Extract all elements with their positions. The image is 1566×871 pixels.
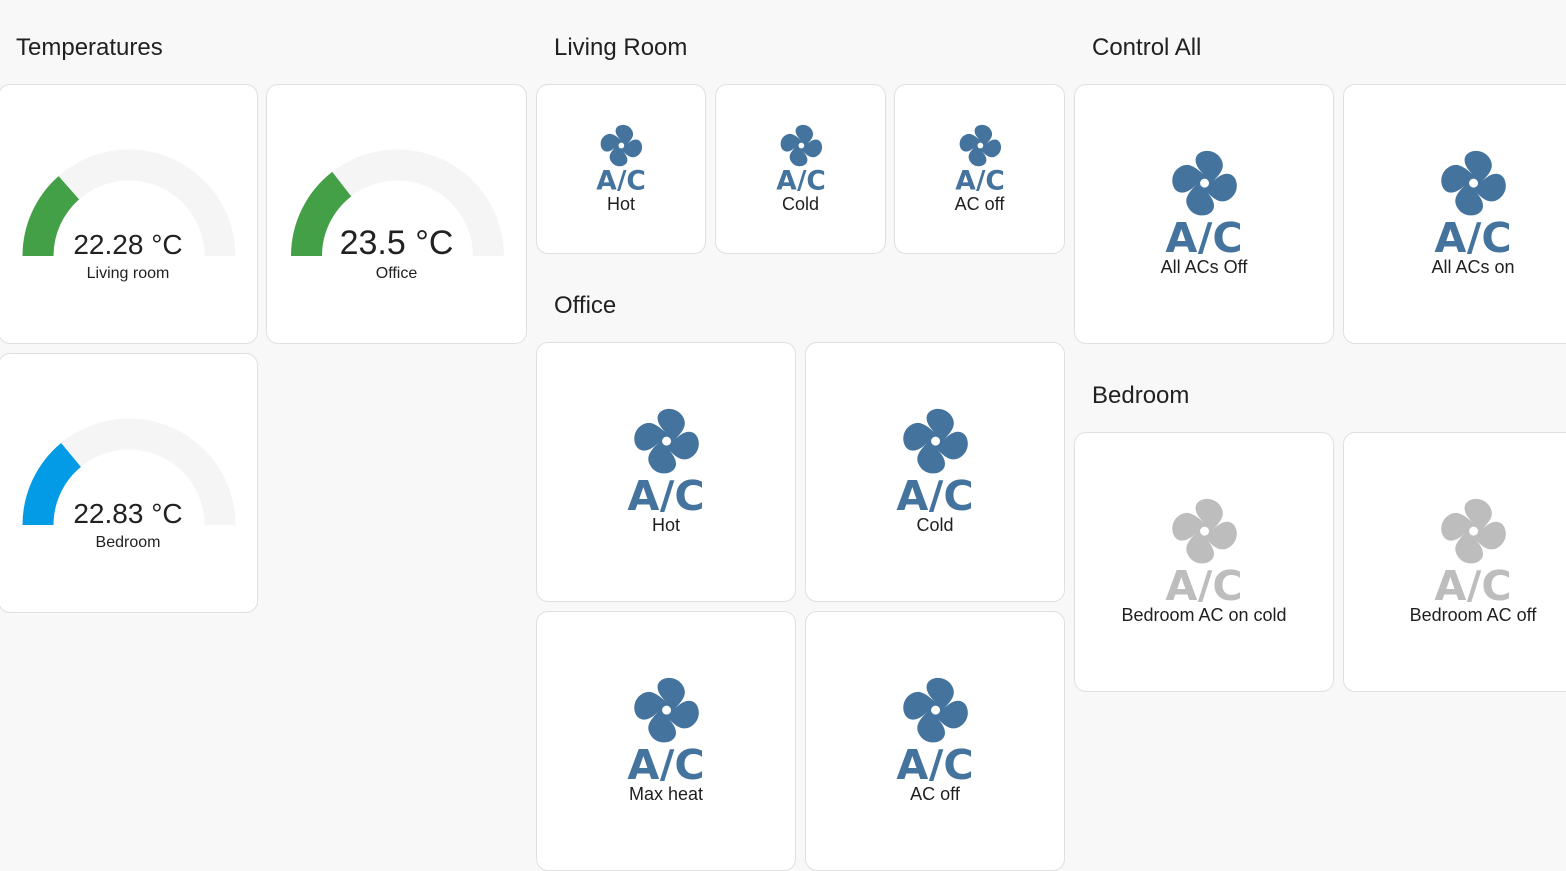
svg-text:A/C: A/C xyxy=(1434,213,1511,253)
office-ac-off-button[interactable]: A/C AC off xyxy=(805,611,1065,871)
button-label: All ACs on xyxy=(1431,256,1515,277)
svg-text:A/C: A/C xyxy=(896,471,973,511)
heading-temperatures: Temperatures xyxy=(16,34,163,61)
button-label: Bedroom AC off xyxy=(1409,604,1537,625)
air-conditioner-icon: A/C xyxy=(585,123,657,191)
living-room-cold-button[interactable]: A/C Cold xyxy=(715,84,886,254)
air-conditioner-icon: A/C xyxy=(1417,496,1529,602)
svg-text:A/C: A/C xyxy=(776,166,826,191)
gauge-value: 22.83 °C xyxy=(73,498,183,529)
bedroom-ac-on-cold-button[interactable]: A/C Bedroom AC on cold xyxy=(1074,432,1334,692)
svg-text:A/C: A/C xyxy=(1165,561,1242,601)
button-label: AC off xyxy=(954,194,1005,214)
gauge-dial xyxy=(22,149,236,257)
gauge-dial xyxy=(22,418,236,526)
svg-text:A/C: A/C xyxy=(955,166,1005,191)
gauge-label: Office xyxy=(375,265,418,282)
heading-bedroom: Bedroom xyxy=(1092,382,1190,409)
svg-text:A/C: A/C xyxy=(1165,213,1242,253)
all-acs-off-button[interactable]: A/C All ACs Off xyxy=(1074,84,1334,344)
air-conditioner-icon: A/C xyxy=(879,406,991,512)
air-conditioner-icon: A/C xyxy=(879,675,991,781)
air-conditioner-icon: A/C xyxy=(610,675,722,781)
button-label: All ACs Off xyxy=(1160,256,1248,277)
gauge-value: 23.5 °C xyxy=(339,224,454,262)
button-label: AC off xyxy=(910,783,960,804)
gauge-card-office[interactable]: 23.5 °C Office xyxy=(266,84,527,344)
button-label: Max heat xyxy=(628,783,704,804)
button-label: Cold xyxy=(916,514,954,535)
air-conditioner-icon: A/C xyxy=(610,406,722,512)
svg-text:A/C: A/C xyxy=(627,740,704,780)
button-label: Bedroom AC on cold xyxy=(1121,604,1287,625)
air-conditioner-icon: A/C xyxy=(1148,496,1260,602)
gauge-label: Bedroom xyxy=(95,534,161,551)
office-hot-button[interactable]: A/C Hot xyxy=(536,342,796,602)
gauge-value: 22.28 °C xyxy=(73,229,183,260)
air-conditioner-icon: A/C xyxy=(1148,148,1260,254)
all-acs-on-button[interactable]: A/C All ACs on xyxy=(1343,84,1566,344)
air-conditioner-icon: A/C xyxy=(765,123,837,191)
living-room-ac-off-button[interactable]: A/C AC off xyxy=(894,84,1065,254)
gauge-label: Living room xyxy=(86,265,170,282)
svg-text:A/C: A/C xyxy=(1434,561,1511,601)
gauge-dial xyxy=(291,149,504,257)
gauge-card-bedroom[interactable]: 22.83 °C Bedroom xyxy=(0,353,258,613)
heading-control-all: Control All xyxy=(1092,34,1202,61)
svg-text:A/C: A/C xyxy=(596,166,646,191)
bedroom-ac-off-button[interactable]: A/C Bedroom AC off xyxy=(1343,432,1566,692)
office-cold-button[interactable]: A/C Cold xyxy=(805,342,1065,602)
gauge-card-living-room[interactable]: 22.28 °C Living room xyxy=(0,84,258,344)
button-label: Hot xyxy=(606,194,635,214)
heading-living-room: Living Room xyxy=(554,34,688,61)
office-max-heat-button[interactable]: A/C Max heat xyxy=(536,611,796,871)
svg-text:A/C: A/C xyxy=(627,471,704,511)
living-room-hot-button[interactable]: A/C Hot xyxy=(536,84,706,254)
svg-text:A/C: A/C xyxy=(896,740,973,780)
heading-office: Office xyxy=(554,292,617,319)
air-conditioner-icon: A/C xyxy=(944,123,1016,191)
button-label: Cold xyxy=(781,194,820,214)
button-label: Hot xyxy=(651,514,680,535)
air-conditioner-icon: A/C xyxy=(1417,148,1529,254)
